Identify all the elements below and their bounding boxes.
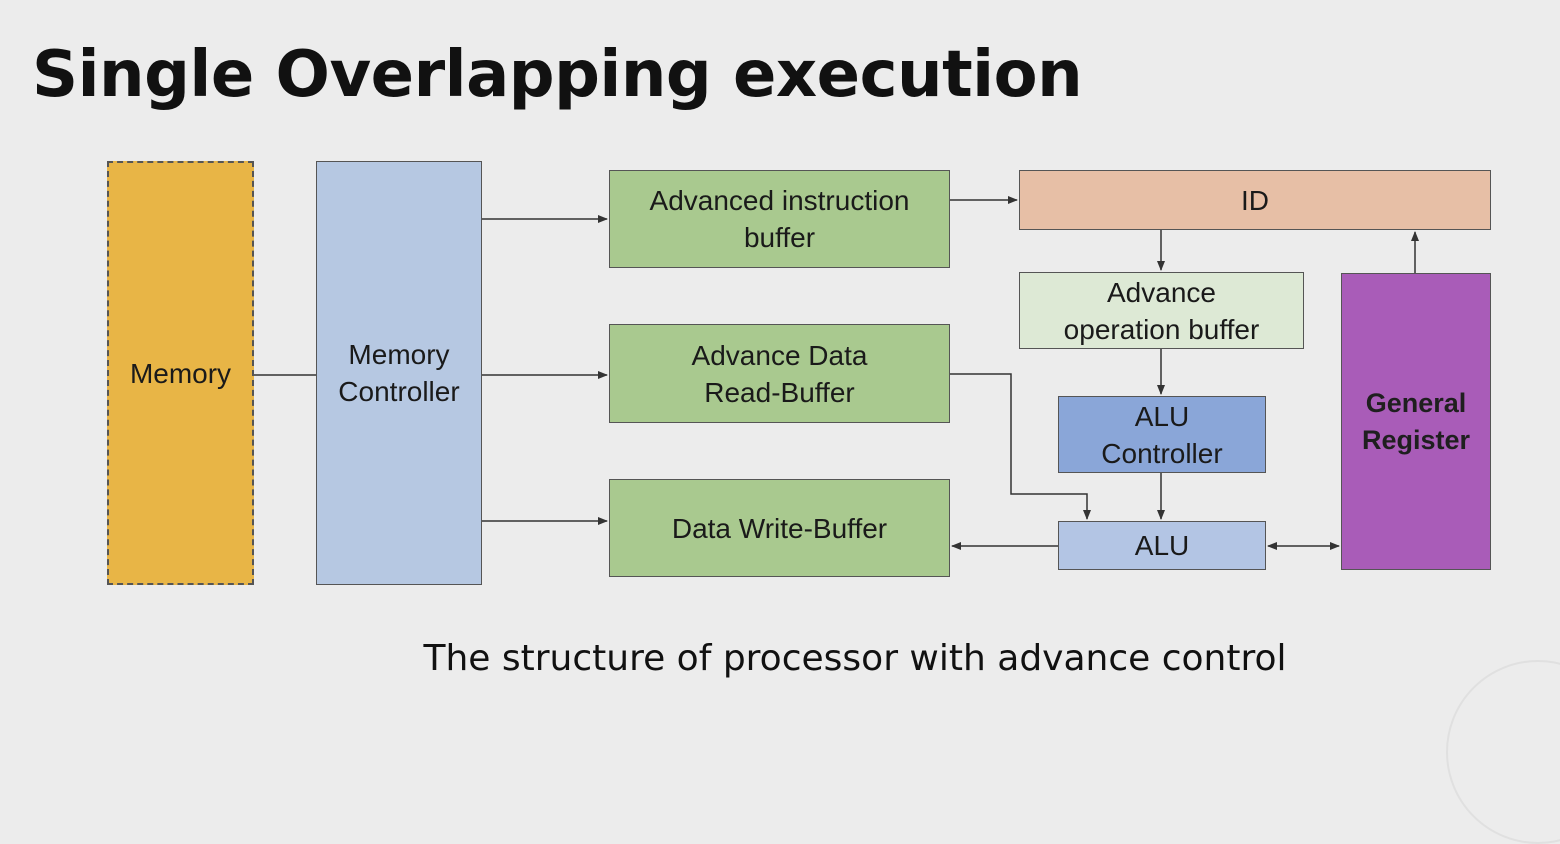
- advanced-instruction-buffer-block: Advanced instruction buffer: [609, 170, 950, 268]
- id-block: ID: [1019, 170, 1491, 230]
- slide-caption: The structure of processor with advance …: [423, 638, 1287, 679]
- id-label: ID: [1241, 184, 1269, 216]
- memory-controller-block: Memory Controller: [316, 161, 482, 585]
- alu-label: ALU: [1134, 530, 1190, 561]
- alu-controller-label: ALU Controller: [1101, 400, 1223, 469]
- memory-label: Memory: [129, 357, 232, 389]
- alu-block: ALU: [1058, 521, 1266, 570]
- general-register-label: General Register: [1361, 387, 1471, 455]
- advance-operation-buffer-block: Advance operation buffer: [1019, 272, 1304, 349]
- advance-data-read-buffer-block: Advance Data Read-Buffer: [609, 324, 950, 423]
- alu-controller-block: ALU Controller: [1058, 396, 1266, 473]
- general-register-block: General Register: [1341, 273, 1491, 570]
- advance-data-read-buffer-label: Advance Data Read-Buffer: [691, 339, 868, 408]
- advanced-instruction-buffer-label: Advanced instruction buffer: [649, 185, 910, 253]
- advance-operation-buffer-label: Advance operation buffer: [1063, 276, 1260, 345]
- data-write-buffer-label: Data Write-Buffer: [671, 512, 888, 544]
- memory-block: Memory: [107, 161, 254, 585]
- data-write-buffer-block: Data Write-Buffer: [609, 479, 950, 577]
- memory-controller-label: Memory Controller: [338, 339, 460, 407]
